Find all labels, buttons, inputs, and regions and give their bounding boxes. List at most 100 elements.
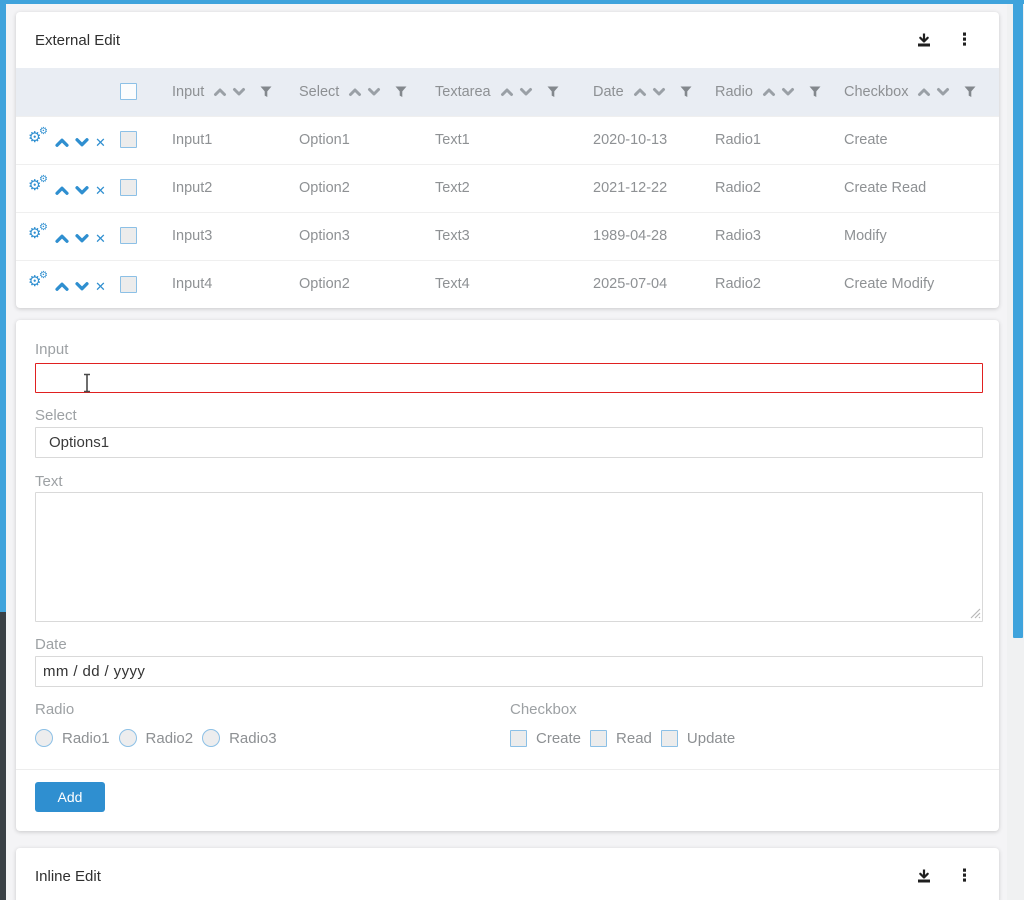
row-checkbox[interactable]	[120, 131, 137, 148]
filter-icon[interactable]	[395, 86, 407, 98]
kebab-menu-icon[interactable]: ⋮	[956, 32, 973, 48]
select-label: Select	[35, 408, 983, 424]
sort-asc-icon[interactable]	[762, 87, 776, 97]
sort-asc-icon[interactable]	[633, 87, 647, 97]
row-checkbox[interactable]	[120, 179, 137, 196]
table-row: ⚙⚙✕ Input2 Option2 Text2 2021-12-22 Radi…	[16, 164, 999, 212]
column-label: Textarea	[435, 84, 491, 100]
row-settings-icon[interactable]: ⚙⚙	[28, 177, 50, 195]
right-scrollbar-track[interactable]	[1007, 0, 1024, 900]
filter-icon[interactable]	[260, 86, 272, 98]
filter-icon[interactable]	[809, 86, 821, 98]
column-header-radio: Radio	[715, 68, 844, 116]
row-move-down-icon[interactable]	[74, 233, 90, 244]
row-checkbox[interactable]	[120, 227, 137, 244]
add-form-card: Input Select Options1 Text Date mm / dd …	[16, 320, 999, 831]
row-settings-icon[interactable]: ⚙⚙	[28, 129, 50, 147]
row-settings-icon[interactable]: ⚙⚙	[28, 225, 50, 243]
date-label: Date	[35, 637, 983, 653]
row-move-up-icon[interactable]	[54, 281, 70, 292]
checkbox-option-label: Create	[536, 730, 581, 747]
sort-desc-icon[interactable]	[781, 87, 795, 97]
radio-option-label: Radio1	[62, 730, 110, 747]
cell-date: 2021-12-22	[593, 164, 715, 212]
right-scrollbar-thumb[interactable]	[1013, 0, 1023, 638]
column-label: Checkbox	[844, 84, 908, 100]
external-edit-card: External Edit ⋮ Input Select Textarea	[16, 12, 999, 308]
checkbox-option-label: Update	[687, 730, 735, 747]
left-scrollbar-track[interactable]	[0, 612, 6, 900]
cell-select: Option2	[299, 260, 435, 308]
radio-option-radio2[interactable]	[119, 729, 137, 747]
inline-edit-header: Inline Edit ⋮	[16, 848, 999, 900]
export-download-icon[interactable]	[916, 868, 932, 884]
row-move-down-icon[interactable]	[74, 137, 90, 148]
row-delete-icon[interactable]: ✕	[95, 135, 106, 150]
row-settings-icon[interactable]: ⚙⚙	[28, 273, 50, 291]
checkbox-option-update[interactable]	[661, 730, 678, 747]
cell-textarea: Text3	[435, 212, 593, 260]
row-checkbox[interactable]	[120, 276, 137, 293]
cell-date: 2025-07-04	[593, 260, 715, 308]
sort-asc-icon[interactable]	[917, 87, 931, 97]
cell-select: Option2	[299, 164, 435, 212]
sort-asc-icon[interactable]	[348, 87, 362, 97]
checkbox-option-create[interactable]	[510, 730, 527, 747]
left-scrollbar-thumb[interactable]	[0, 0, 6, 612]
sort-desc-icon[interactable]	[519, 87, 533, 97]
row-delete-icon[interactable]: ✕	[95, 279, 106, 294]
row-delete-icon[interactable]: ✕	[95, 231, 106, 246]
row-move-down-icon[interactable]	[74, 281, 90, 292]
export-download-icon[interactable]	[916, 32, 932, 48]
column-header-select: Select	[299, 68, 435, 116]
cell-date: 1989-04-28	[593, 212, 715, 260]
cell-checkbox: Create Modify	[844, 260, 999, 308]
textarea-field[interactable]	[35, 492, 983, 622]
cell-radio: Radio2	[715, 164, 844, 212]
text-label: Text	[35, 474, 983, 490]
table-header-row: Input Select Textarea Date Radio Checkbo…	[16, 68, 999, 116]
cell-checkbox: Create	[844, 116, 999, 164]
date-field[interactable]: mm / dd / yyyy	[35, 656, 983, 687]
row-move-down-icon[interactable]	[74, 185, 90, 196]
filter-icon[interactable]	[547, 86, 559, 98]
column-label: Input	[172, 84, 204, 100]
sort-asc-icon[interactable]	[213, 87, 227, 97]
radio-option-label: Radio3	[229, 730, 277, 747]
cell-textarea: Text1	[435, 116, 593, 164]
column-label: Select	[299, 84, 339, 100]
cell-date: 2020-10-13	[593, 116, 715, 164]
cell-checkbox: Modify	[844, 212, 999, 260]
filter-icon[interactable]	[964, 86, 976, 98]
checkbox-option-read[interactable]	[590, 730, 607, 747]
row-move-up-icon[interactable]	[54, 185, 70, 196]
sort-desc-icon[interactable]	[936, 87, 950, 97]
sort-asc-icon[interactable]	[500, 87, 514, 97]
input-field[interactable]	[35, 363, 983, 393]
row-move-up-icon[interactable]	[54, 137, 70, 148]
external-edit-header: External Edit ⋮	[16, 12, 999, 68]
inline-edit-card: Inline Edit ⋮	[16, 848, 999, 900]
cell-select: Option1	[299, 116, 435, 164]
radio-option-radio3[interactable]	[202, 729, 220, 747]
table-row: ⚙⚙✕ Input4 Option2 Text4 2025-07-04 Radi…	[16, 260, 999, 308]
row-move-up-icon[interactable]	[54, 233, 70, 244]
card-title: External Edit	[35, 32, 916, 49]
select-field[interactable]: Options1	[35, 427, 983, 458]
cell-input: Input3	[172, 212, 299, 260]
table-row: ⚙⚙✕ Input3 Option3 Text3 1989-04-28 Radi…	[16, 212, 999, 260]
radio-option-radio1[interactable]	[35, 729, 53, 747]
cell-select: Option3	[299, 212, 435, 260]
sort-desc-icon[interactable]	[232, 87, 246, 97]
sort-desc-icon[interactable]	[652, 87, 666, 97]
cell-checkbox: Create Read	[844, 164, 999, 212]
sort-desc-icon[interactable]	[367, 87, 381, 97]
select-all-checkbox[interactable]	[120, 83, 137, 100]
filter-icon[interactable]	[680, 86, 692, 98]
row-delete-icon[interactable]: ✕	[95, 183, 106, 198]
add-button[interactable]: Add	[35, 782, 105, 812]
kebab-menu-icon[interactable]: ⋮	[956, 868, 973, 884]
card-title: Inline Edit	[35, 868, 916, 885]
column-header-date: Date	[593, 68, 715, 116]
cell-input: Input2	[172, 164, 299, 212]
